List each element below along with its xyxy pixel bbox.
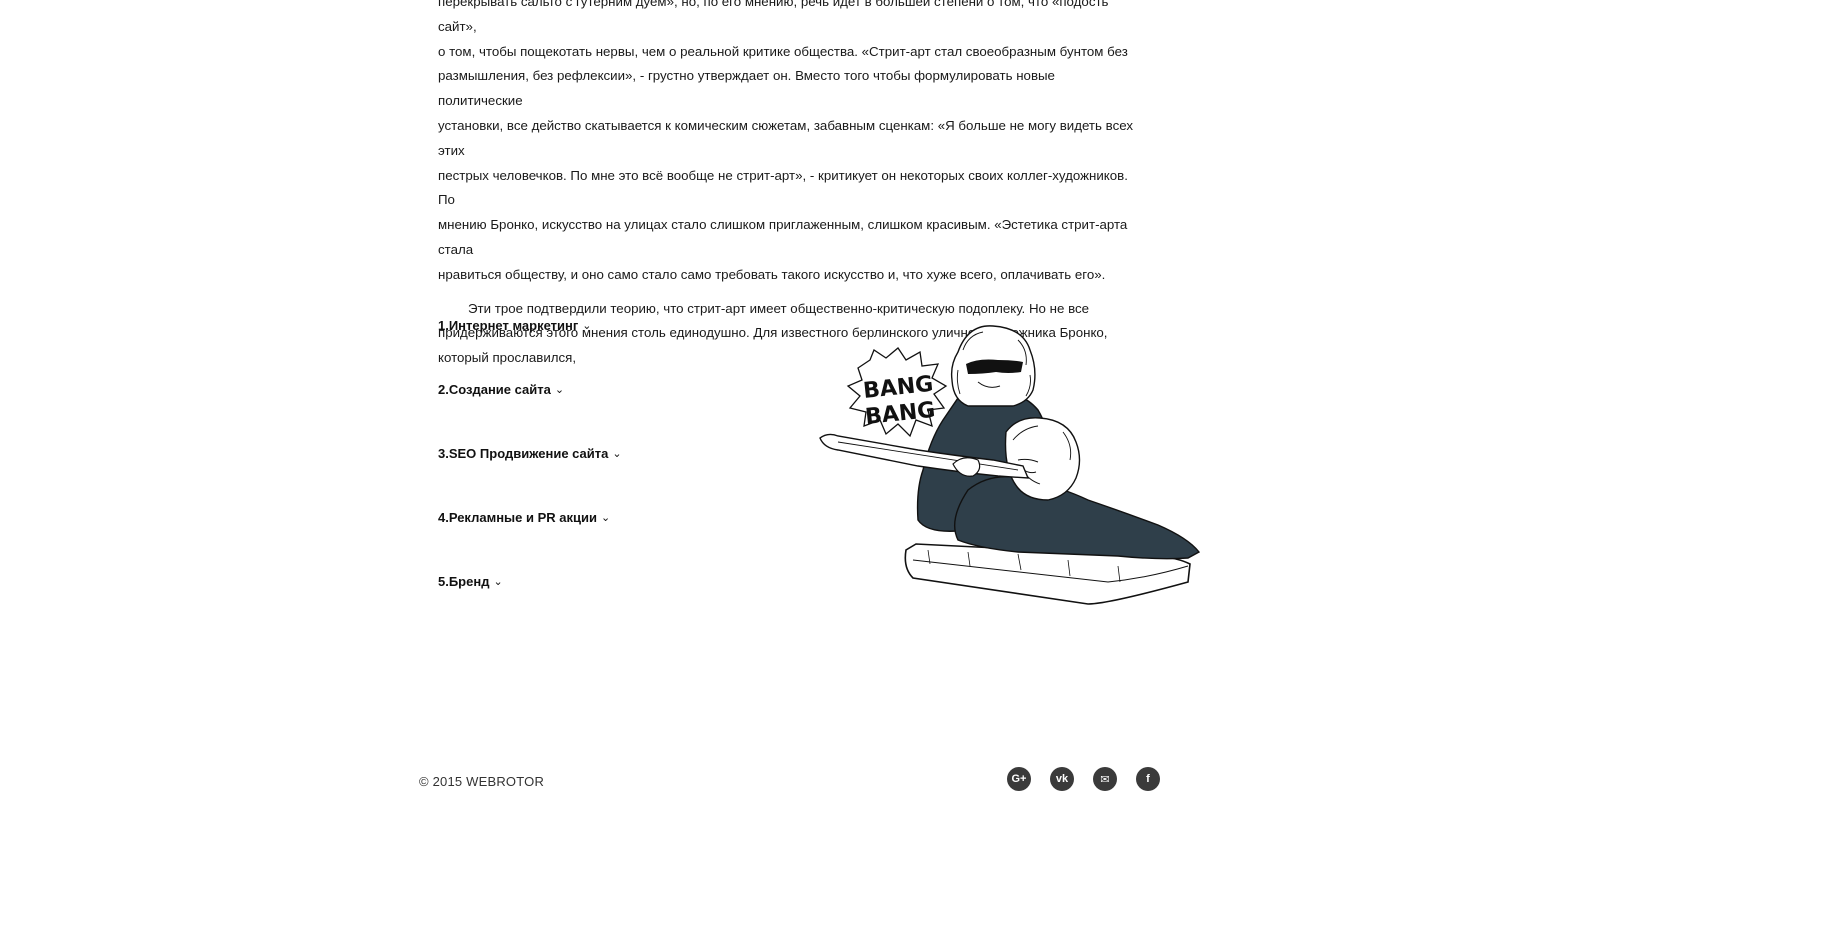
article-line: установки, все действо скатывается к ком… bbox=[438, 117, 1133, 158]
accordion-item-website-creation[interactable]: 2.Создание сайта ⌄ bbox=[438, 382, 798, 446]
vk-glyph: vk bbox=[1055, 773, 1069, 785]
accordion-item-label: 1.Интернет маркетинг bbox=[438, 318, 579, 333]
facebook-glyph: f bbox=[1146, 773, 1150, 785]
chevron-down-icon: ⌄ bbox=[600, 512, 611, 524]
article-line: пестрых человечков. По мне это всё вообщ… bbox=[438, 167, 1128, 208]
accordion-item-label: 5.Бренд bbox=[438, 574, 490, 589]
chevron-down-icon: ⌄ bbox=[612, 448, 622, 460]
article-line: о том, чтобы пощекотать нервы, чем о реа… bbox=[438, 43, 1128, 59]
google-plus-icon[interactable]: G+ bbox=[1007, 767, 1031, 791]
accordion-item-seo[interactable]: 3.SEO Продвижение сайта ⌄ bbox=[438, 446, 798, 510]
accordion-item-label: 2.Создание сайта bbox=[438, 382, 551, 397]
mail-icon[interactable]: ✉ bbox=[1093, 767, 1117, 791]
article-line: перекрывать сальто с гутерним дуем», но,… bbox=[438, 0, 1109, 34]
page: перекрывать сальто с гутерним дуем», но,… bbox=[0, 0, 1833, 950]
services-accordion: 1.Интернет маркетинг ⌄ 2.Создание сайта ⌄ … bbox=[438, 318, 798, 638]
accordion-item-label: 4.Рекламные и PR акции bbox=[438, 510, 597, 525]
chevron-down-icon: ⌄ bbox=[554, 384, 565, 396]
google-plus-glyph: G+ bbox=[1011, 773, 1027, 785]
accordion-item-label: 3.SEO Продвижение сайта bbox=[438, 446, 609, 461]
vk-icon[interactable]: vk bbox=[1050, 767, 1074, 791]
accordion-item-internet-marketing[interactable]: 1.Интернет маркетинг ⌄ bbox=[438, 318, 798, 382]
mail-glyph: ✉ bbox=[1100, 773, 1110, 786]
accordion-item-brand[interactable]: 5.Бренд ⌄ bbox=[438, 574, 798, 638]
prone-figure-body bbox=[954, 475, 1201, 560]
article-line: мнению Бронко, искусство на улицах стало… bbox=[438, 217, 1128, 257]
article-line: размышления, без рефлексии», - грустно у… bbox=[438, 68, 1055, 109]
footer-copyright: © 2015 WEBROTOR bbox=[419, 774, 545, 789]
chevron-down-icon: ⌄ bbox=[493, 576, 503, 588]
article-line: Эти трое подтвердили теорию, что стрит-а… bbox=[468, 300, 1090, 316]
mask bbox=[966, 359, 1023, 374]
article-line: нравиться обществу, и оно само стало сам… bbox=[438, 266, 1106, 282]
accordion-item-pr[interactable]: 4.Рекламные и PR акции ⌄ bbox=[438, 510, 798, 574]
bang-bang-illustration: BANG BANG bbox=[819, 325, 1201, 605]
social-links: G+ vk ✉ f bbox=[1007, 767, 1160, 791]
facebook-icon[interactable]: f bbox=[1136, 767, 1160, 791]
article-paragraph-1: перекрывать сальто с гутерним дуем», но,… bbox=[438, 0, 1138, 288]
chevron-down-icon: ⌄ bbox=[582, 320, 592, 332]
